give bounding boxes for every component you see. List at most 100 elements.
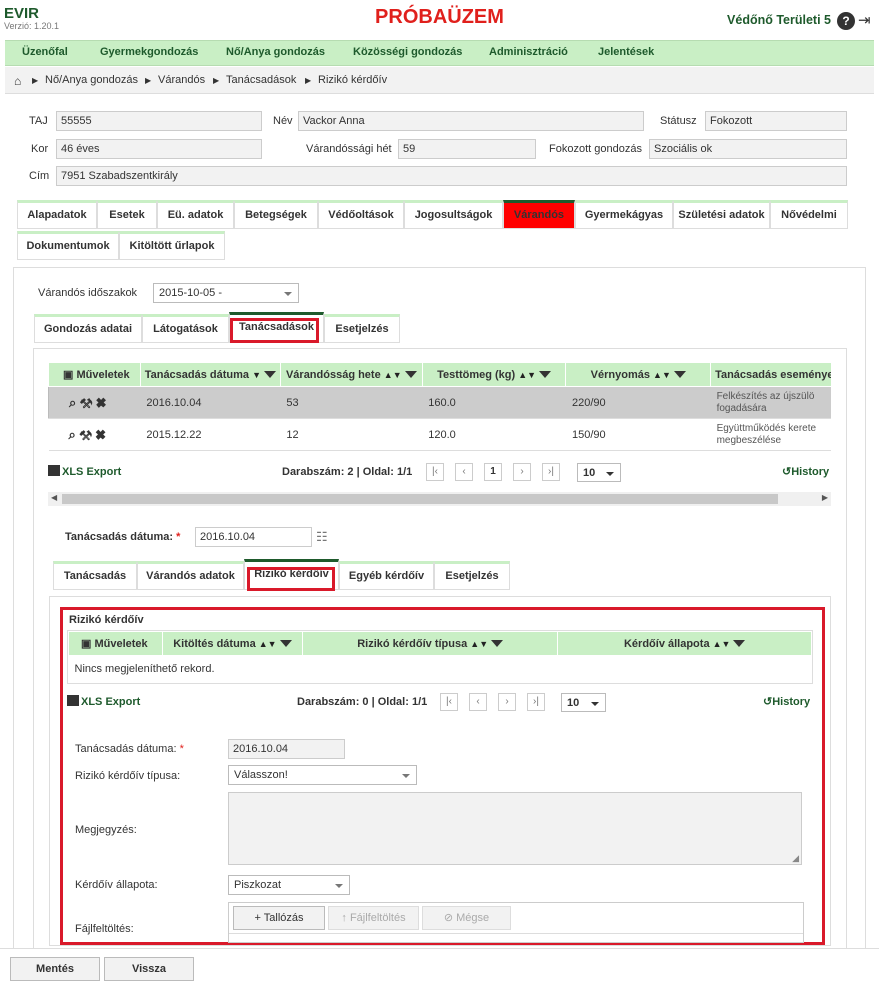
tab-dokumentumok[interactable]: Dokumentumok [17, 231, 119, 260]
scrollbar-thumb[interactable] [62, 494, 778, 504]
tab-eu-adatok[interactable]: Eü. adatok [157, 200, 234, 229]
calendar-icon[interactable]: ☷ [316, 529, 328, 545]
col-tanacsadas-datuma[interactable]: Tanácsadás dátuma ▼ [139, 362, 281, 387]
page-size-select[interactable]: 10 [577, 463, 621, 482]
breadcrumb-item[interactable]: Várandós [158, 74, 205, 86]
sort-icon[interactable]: ▲▼ [470, 639, 488, 649]
page-size-select[interactable]: 10 [561, 693, 606, 712]
xls-export-button[interactable]: XLS Export [48, 465, 121, 478]
edit-icon[interactable]: ⚒ [80, 395, 93, 410]
resize-handle-icon[interactable]: ◢ [792, 853, 799, 864]
tab-kitoltott-urlapok[interactable]: Kitöltött űrlapok [119, 231, 225, 260]
cancel-upload-button[interactable]: ⊘ Mégse [422, 906, 511, 930]
new-record-icon[interactable]: ▣ [63, 369, 73, 381]
prev-page-icon[interactable]: ‹ [455, 463, 473, 481]
logout-icon[interactable]: ⇥ [858, 13, 872, 28]
table-row[interactable]: ⌕ ⚒ ✖ 2016.10.04 53 160.0 220/90 Felkész… [48, 386, 831, 419]
filter-icon[interactable] [673, 371, 686, 379]
sort-icon[interactable]: ▲▼ [384, 370, 402, 380]
state-select[interactable]: Piszkozat [228, 875, 350, 895]
tab-tanacsadas[interactable]: Tanácsadás [53, 561, 137, 590]
detail-date-field[interactable]: 2016.10.04 [195, 527, 312, 547]
filter-icon[interactable] [491, 640, 504, 648]
menu-item-uzenofal[interactable]: Üzenőfal [22, 46, 68, 58]
horizontal-scrollbar[interactable]: ◀ ▶ [48, 492, 831, 506]
col-kitoltes-datuma[interactable]: Kitöltés dátuma ▲▼ [161, 631, 303, 656]
note-textarea[interactable]: ◢ [228, 792, 802, 865]
sort-icon[interactable]: ▲▼ [259, 639, 277, 649]
riziko-type-select[interactable]: Válasszon! [228, 765, 417, 785]
upload-button[interactable]: ↑ Fájlfeltöltés [328, 906, 419, 930]
tab-esetek[interactable]: Esetek [97, 200, 157, 229]
menu-item-adminisztracio[interactable]: Adminisztráció [489, 46, 568, 58]
help-icon[interactable]: ? [837, 12, 855, 30]
tab-vedooltasok[interactable]: Védőoltások [318, 200, 404, 229]
current-user[interactable]: Védőnő Területi 5 [727, 13, 831, 27]
save-button[interactable]: Mentés [10, 957, 100, 981]
new-record-icon[interactable]: ▣ [81, 638, 91, 650]
history-button[interactable]: ↺History [763, 695, 810, 708]
breadcrumb-item[interactable]: Tanácsadások [226, 74, 296, 86]
delete-icon[interactable]: ✖ [96, 395, 106, 410]
scroll-right-icon[interactable]: ▶ [822, 493, 828, 502]
xls-export-button[interactable]: XLS Export [67, 695, 140, 708]
home-icon[interactable]: ⌂ [14, 74, 21, 88]
tab-latogatasok[interactable]: Látogatások [142, 314, 229, 343]
sort-icon[interactable]: ▲▼ [653, 370, 671, 380]
first-page-icon[interactable]: |‹ [440, 693, 458, 711]
scroll-left-icon[interactable]: ◀ [51, 493, 57, 502]
browse-button[interactable]: + Tallózás [233, 906, 325, 930]
filter-icon[interactable] [279, 640, 292, 648]
menu-item-jelentesek[interactable]: Jelentések [598, 46, 654, 58]
filter-icon[interactable] [264, 371, 277, 379]
period-select[interactable]: 2015-10-05 - [153, 283, 299, 303]
col-kerdoiv-allapota[interactable]: Kérdőív állapota ▲▼ [557, 631, 812, 656]
col-riziko-tipusa[interactable]: Rizikó kérdőív típusa ▲▼ [301, 631, 559, 656]
last-page-icon[interactable]: ›| [527, 693, 545, 711]
sort-desc-icon[interactable]: ▼ [252, 370, 261, 380]
cell-date: 2015.12.22 [140, 418, 281, 451]
filter-icon[interactable] [404, 371, 417, 379]
first-page-icon[interactable]: |‹ [426, 463, 444, 481]
history-button[interactable]: ↺History [782, 465, 829, 478]
tab-varandos[interactable]: Várandós [503, 200, 575, 229]
het-field: 59 [398, 139, 536, 159]
tab-varandos-adatok[interactable]: Várandós adatok [137, 561, 244, 590]
view-icon[interactable]: ⌕ [69, 395, 76, 410]
menu-item-gyermekgondozas[interactable]: Gyermekgondozás [100, 46, 198, 58]
col-tanacsadas-esemenyei[interactable]: Tanácsadás eseményei [710, 362, 831, 387]
tab-gyermekagyas[interactable]: Gyermekágyas [575, 200, 673, 229]
tab-esetjelzes-detail[interactable]: Esetjelzés [434, 561, 510, 590]
next-page-icon[interactable]: › [513, 463, 531, 481]
tab-szuletesi-adatok[interactable]: Születési adatok [673, 200, 770, 229]
menu-item-kozossegi-gondozas[interactable]: Közösségi gondozás [353, 46, 462, 58]
edit-icon[interactable]: ⚒ [79, 427, 92, 442]
menu-item-no-anya-gondozas[interactable]: Nő/Anya gondozás [226, 46, 325, 58]
tab-esetjelzes[interactable]: Esetjelzés [324, 314, 400, 343]
tab-egyeb-kerdoiv[interactable]: Egyéb kérdőív [339, 561, 434, 590]
col-varandossag-hete[interactable]: Várandósság hete ▲▼ [279, 362, 423, 387]
plus-icon: + [254, 912, 261, 924]
sort-icon[interactable]: ▲▼ [518, 370, 536, 380]
tab-gondozas-adatai[interactable]: Gondozás adatai [34, 314, 142, 343]
sort-icon[interactable]: ▲▼ [713, 639, 731, 649]
current-page[interactable]: 1 [484, 463, 502, 481]
filter-icon[interactable] [539, 371, 552, 379]
tab-jogosultsagok[interactable]: Jogosultságok [404, 200, 503, 229]
col-testtomeg[interactable]: Testtömeg (kg) ▲▼ [421, 362, 567, 387]
view-icon[interactable]: ⌕ [69, 427, 76, 442]
table-row[interactable]: ⌕ ⚒ ✖ 2015.12.22 12 120.0 150/90 Együttm… [48, 418, 831, 451]
breadcrumb: ⌂ ▶ Nő/Anya gondozás ▶ Várandós ▶ Tanács… [5, 67, 874, 94]
col-vernyomas[interactable]: Vérnyomás ▲▼ [565, 362, 712, 387]
back-button[interactable]: Vissza [104, 957, 194, 981]
tab-novedelmi[interactable]: Nővédelmi [770, 200, 848, 229]
form-type-label: Rizikó kérdőív típusa: [75, 770, 181, 782]
prev-page-icon[interactable]: ‹ [469, 693, 487, 711]
last-page-icon[interactable]: ›| [542, 463, 560, 481]
tab-alapadatok[interactable]: Alapadatok [17, 200, 97, 229]
tab-betegsegek[interactable]: Betegségek [234, 200, 318, 229]
delete-icon[interactable]: ✖ [96, 427, 106, 442]
filter-icon[interactable] [733, 640, 746, 648]
next-page-icon[interactable]: › [498, 693, 516, 711]
breadcrumb-item[interactable]: Nő/Anya gondozás [45, 74, 138, 86]
